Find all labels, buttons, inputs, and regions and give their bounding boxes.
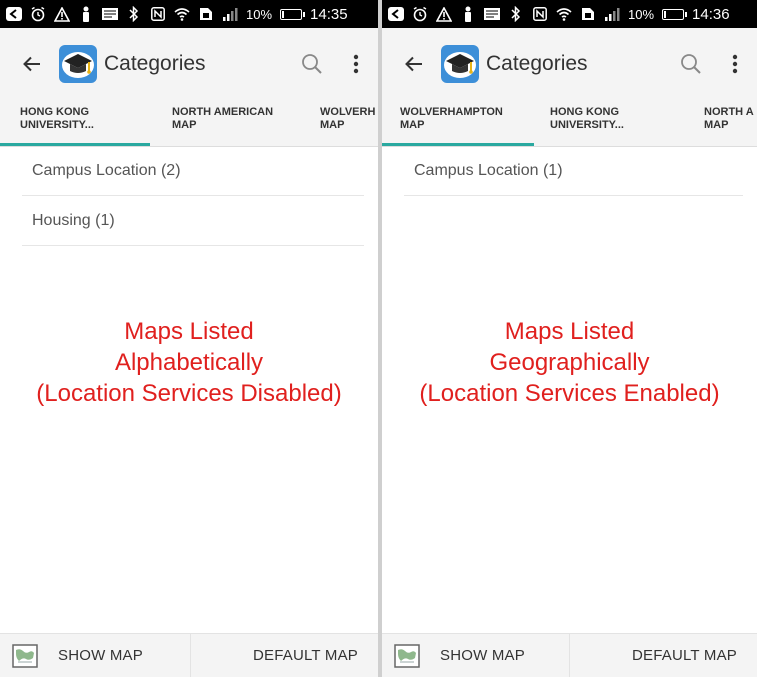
back-button[interactable]	[8, 40, 56, 88]
tab-label-line2: MAP	[320, 119, 345, 131]
bluetooth-icon	[508, 6, 524, 22]
back-button[interactable]	[390, 40, 438, 88]
tab-label-line2: MAP	[400, 119, 425, 131]
map-icon[interactable]	[394, 643, 420, 668]
tab-label-line1: WOLVERH	[320, 106, 376, 118]
tab-north-american-map[interactable]: NORTH A MAP	[684, 100, 757, 146]
map-tabs: WOLVERHAMPTON MAP HONG KONG UNIVERSITY..…	[382, 100, 757, 147]
clock: 14:36	[692, 5, 730, 23]
map-icon[interactable]	[12, 643, 38, 668]
search-icon	[302, 54, 322, 74]
show-map-button[interactable]: SHOW MAP	[440, 647, 525, 664]
message-icon	[102, 6, 118, 22]
category-item-campus-location[interactable]: Campus Location (2)	[22, 146, 364, 196]
tab-wolverhampton-map[interactable]: WOLVERH MAP	[300, 100, 378, 146]
caption-line: Geographically	[489, 349, 650, 376]
caption-line: Maps Listed	[504, 318, 635, 345]
battery-percent: 10%	[628, 6, 655, 22]
tab-label-line1: NORTH AMERICAN	[172, 106, 274, 118]
person-icon	[78, 6, 94, 22]
app-bar: Categories	[382, 28, 757, 100]
search-icon	[681, 54, 701, 74]
battery-level	[664, 10, 667, 18]
signal-icon	[604, 6, 620, 22]
show-map-button[interactable]: SHOW MAP	[58, 647, 143, 664]
tab-hong-kong-university[interactable]: HONG KONG UNIVERSITY...	[0, 100, 150, 146]
clock: 14:35	[310, 5, 348, 23]
graduation-cap-logo-icon	[441, 45, 479, 83]
more-vert-icon	[732, 54, 738, 74]
status-bar: 10% 14:35	[0, 0, 378, 28]
wifi-icon	[174, 6, 190, 22]
more-vert-icon	[353, 54, 359, 74]
tab-label-line2: UNIVERSITY...	[550, 119, 624, 131]
signal-icon	[222, 6, 238, 22]
battery-percent: 10%	[246, 6, 273, 22]
tab-label-line1: WOLVERHAMPTON	[400, 106, 503, 118]
tab-label-line2: MAP	[704, 119, 729, 131]
alarm-icon	[30, 6, 46, 22]
annotation-caption: Maps Listed Geographically (Location Ser…	[382, 316, 757, 409]
category-list: Campus Location (2) Housing (1)	[22, 146, 364, 246]
tab-label-line2: UNIVERSITY...	[20, 119, 94, 131]
app-bar: Categories	[0, 28, 378, 100]
phone-screen-left: 10% 14:35 Categories HONG KONG UNIVERSIT…	[0, 0, 378, 677]
caption-line: Maps Listed	[124, 318, 254, 345]
phone-screen-right: 10% 14:36 Categories WOLVERHAMPTON MAP H…	[382, 0, 757, 677]
sim-icon	[198, 6, 214, 22]
annotation-caption: Maps Listed Alphabetically (Location Ser…	[0, 316, 378, 409]
person-icon	[460, 6, 476, 22]
tab-label-line2: MAP	[172, 119, 197, 131]
category-item-campus-location[interactable]: Campus Location (1)	[404, 146, 743, 196]
back-arrow-icon	[388, 6, 404, 22]
bottom-bar: SHOW MAP DEFAULT MAP	[382, 633, 757, 677]
search-button[interactable]	[290, 40, 334, 88]
map-tabs: HONG KONG UNIVERSITY... NORTH AMERICAN M…	[0, 100, 378, 147]
battery-icon	[280, 8, 306, 20]
page-title: Categories	[104, 52, 206, 75]
nfc-icon	[532, 6, 548, 22]
battery-level	[282, 10, 285, 18]
message-icon	[484, 6, 500, 22]
status-bar: 10% 14:36	[382, 0, 757, 28]
graduation-cap-logo-icon	[59, 45, 97, 83]
alarm-icon	[412, 6, 428, 22]
search-button[interactable]	[669, 40, 713, 88]
more-options-button[interactable]	[334, 40, 378, 88]
default-map-button[interactable]: DEFAULT MAP	[191, 647, 378, 664]
tab-label-line1: HONG KONG	[550, 106, 620, 118]
warning-icon	[54, 6, 70, 22]
tab-label-line1: HONG KONG	[20, 106, 90, 118]
category-item-housing[interactable]: Housing (1)	[22, 196, 364, 246]
caption-line: (Location Services Enabled)	[419, 380, 720, 407]
sim-icon	[580, 6, 596, 22]
warning-icon	[436, 6, 452, 22]
bottom-bar: SHOW MAP DEFAULT MAP	[0, 633, 378, 677]
wifi-icon	[556, 6, 572, 22]
bluetooth-icon	[126, 6, 142, 22]
tab-label-line1: NORTH A	[704, 106, 754, 118]
tab-hong-kong-university[interactable]: HONG KONG UNIVERSITY...	[534, 100, 684, 146]
more-options-button[interactable]	[713, 40, 757, 88]
tab-wolverhampton-map[interactable]: WOLVERHAMPTON MAP	[382, 100, 534, 146]
page-title: Categories	[486, 52, 588, 75]
nfc-icon	[150, 6, 166, 22]
back-icon	[405, 56, 422, 72]
default-map-button[interactable]: DEFAULT MAP	[570, 647, 757, 664]
tab-north-american-map[interactable]: NORTH AMERICAN MAP	[150, 100, 300, 146]
back-icon	[23, 56, 40, 72]
caption-line: Alphabetically	[114, 349, 264, 376]
caption-line: (Location Services Disabled)	[36, 380, 342, 407]
battery-icon	[662, 8, 688, 20]
back-arrow-icon	[6, 6, 22, 22]
category-list: Campus Location (1)	[404, 146, 743, 196]
